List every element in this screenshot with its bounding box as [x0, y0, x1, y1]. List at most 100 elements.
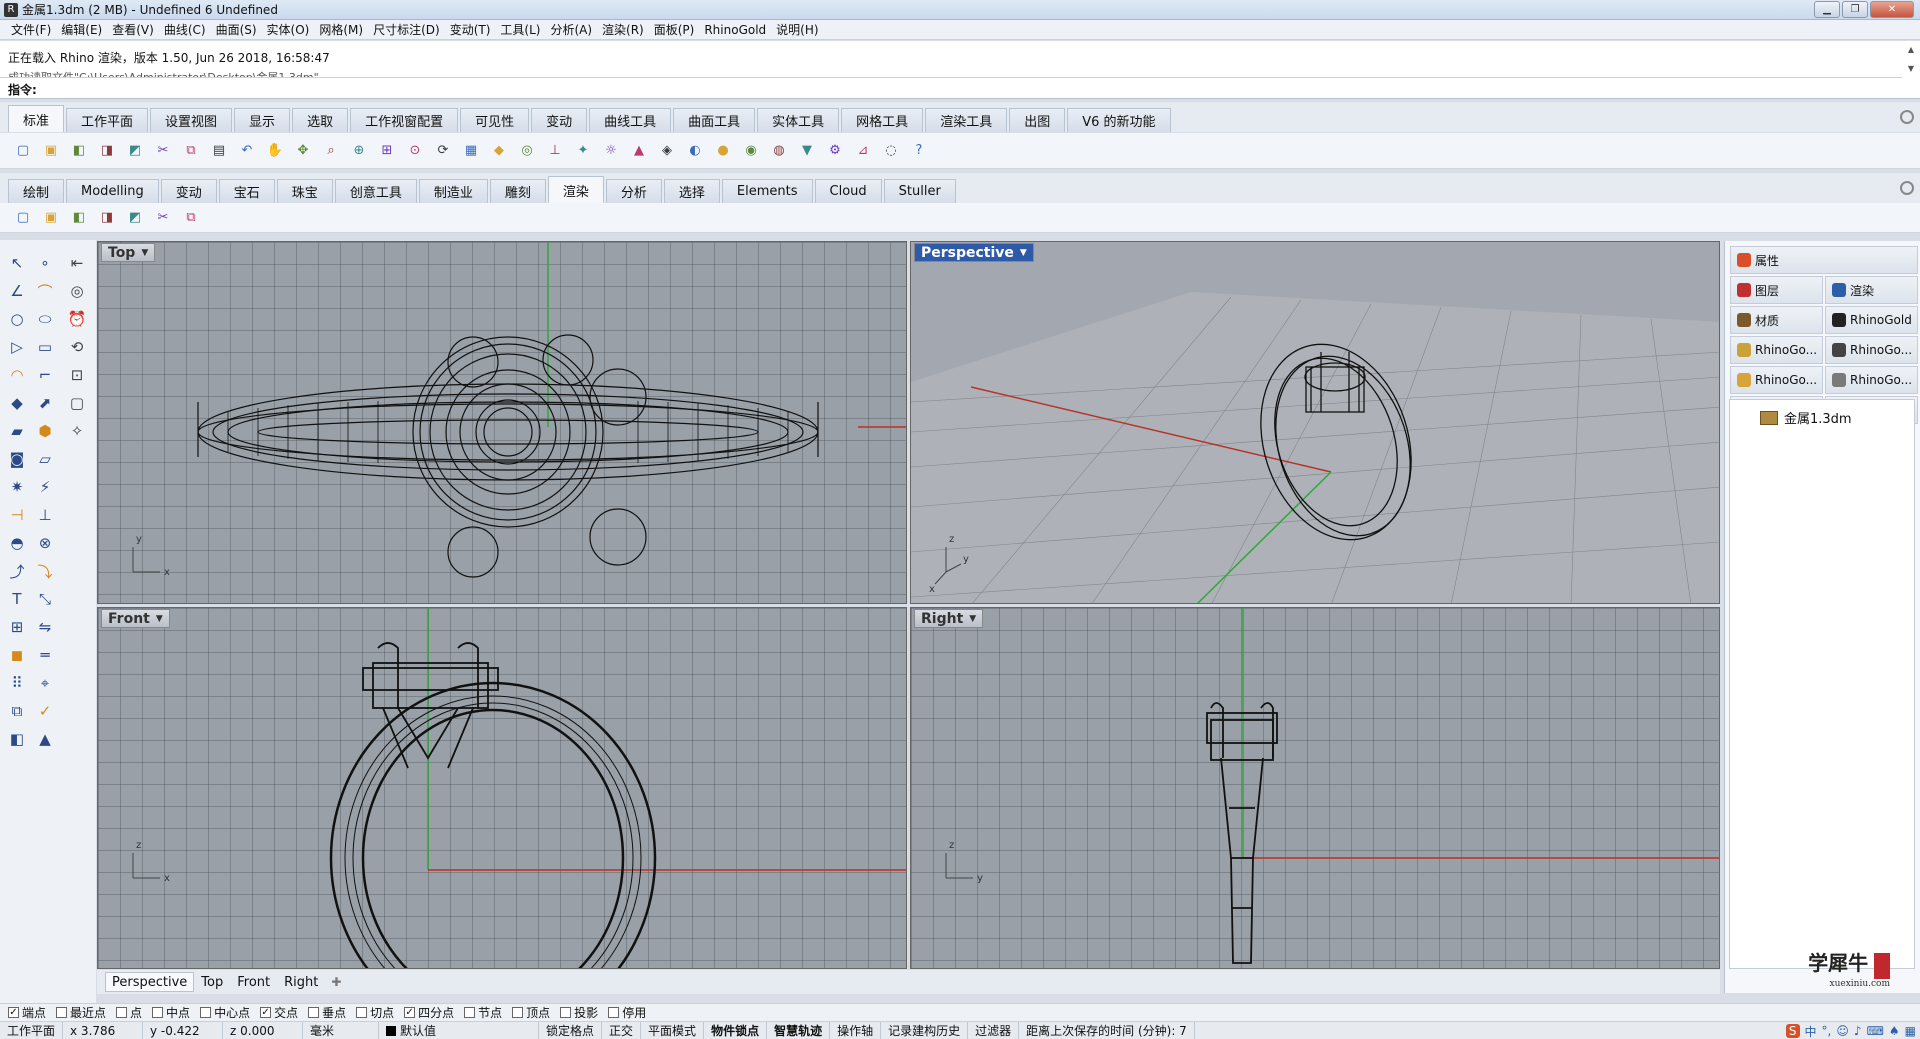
viewport-tab[interactable]: Top — [194, 972, 230, 992]
polyline-icon[interactable]: ∠ — [4, 278, 30, 304]
viewport-label-top[interactable]: Top ▼ — [101, 243, 156, 262]
osnap-11[interactable]: 投影 — [560, 1004, 598, 1021]
menu-item[interactable]: 实体(O) — [262, 21, 315, 38]
cylinder-icon[interactable]: ◙ — [4, 446, 30, 472]
ime-icon[interactable]: S — [1785, 1024, 1800, 1038]
osnap-checkbox[interactable] — [608, 1007, 620, 1018]
shade-icon[interactable]: ● — [710, 139, 736, 163]
osnap-10[interactable]: 顶点 — [512, 1004, 550, 1021]
new-icon[interactable]: ▢ — [10, 139, 36, 163]
arc-icon[interactable]: ◠ — [4, 362, 30, 388]
ime-lang[interactable]: 中 — [1805, 1023, 1817, 1039]
panel-tab[interactable]: 渲染 — [1825, 276, 1918, 304]
menu-item[interactable]: 编辑(E) — [56, 21, 107, 38]
polygon-icon[interactable]: ▷ — [4, 334, 30, 360]
osnap-checkbox[interactable] — [116, 1007, 128, 1018]
split-icon[interactable]: ⊥ — [32, 502, 58, 528]
tab-item[interactable]: 雕刻 — [489, 179, 546, 203]
move-view-icon[interactable]: ✥ — [290, 139, 316, 163]
status-filter[interactable]: 过滤器 — [968, 1021, 1020, 1039]
viewport-tab[interactable]: Right — [277, 972, 325, 992]
panel-tab[interactable]: RhinoGo... — [1730, 336, 1823, 364]
select-icon[interactable]: ▼ — [794, 139, 820, 163]
dimension-icon[interactable]: ⊿ — [850, 139, 876, 163]
array-icon[interactable]: ⊗ — [32, 530, 58, 556]
status-smarttrack[interactable]: 智慧轨迹 — [767, 1021, 831, 1039]
maximize-button[interactable]: ❐ — [1842, 1, 1868, 18]
osnap-checkbox[interactable] — [512, 1007, 524, 1018]
panel-tab[interactable]: 材质 — [1730, 306, 1823, 334]
menu-item[interactable]: 分析(A) — [545, 21, 597, 38]
copy-icon[interactable]: ⧉ — [178, 139, 204, 163]
viewport-tab[interactable]: Perspective — [105, 972, 195, 992]
panel-tab[interactable]: RhinoGold — [1825, 306, 1918, 334]
osnap-checkbox[interactable] — [356, 1007, 368, 1018]
panel-tab[interactable]: RhinoGo... — [1825, 366, 1918, 394]
panel-tab[interactable]: 属性 — [1730, 246, 1918, 274]
tab-item[interactable]: 渲染工具 — [925, 108, 1008, 132]
osnap-checkbox[interactable] — [200, 1007, 212, 1018]
viewport-menu-icon[interactable]: ▼ — [969, 614, 976, 624]
minimize-button[interactable]: ▁ — [1814, 1, 1840, 18]
status-gumball[interactable]: 操作轴 — [830, 1021, 882, 1039]
shell-icon[interactable]: ◓ — [4, 530, 30, 556]
osnap-9[interactable]: 节点 — [464, 1004, 502, 1021]
gear-icon[interactable] — [1900, 110, 1914, 124]
mic-icon[interactable]: ♪ — [1854, 1024, 1862, 1038]
osnap-checkbox[interactable] — [56, 1007, 68, 1018]
box-icon[interactable]: ▰ — [4, 418, 30, 444]
viewport-label-perspective[interactable]: Perspective ▼ — [914, 243, 1034, 262]
fillet-icon[interactable]: ⌐ — [32, 362, 58, 388]
osnap-12[interactable]: 停用 — [608, 1004, 646, 1021]
render-preview-icon[interactable]: ▣ — [38, 206, 64, 230]
tab-item[interactable]: 工作平面 — [66, 108, 149, 132]
punctuation-icon[interactable]: °, — [1822, 1024, 1832, 1038]
render-keys-icon[interactable]: ✂ — [150, 206, 176, 230]
grid-array-icon[interactable]: ⠿ — [4, 670, 30, 696]
viewport-label-front[interactable]: Front ▼ — [101, 609, 170, 628]
render-window-icon[interactable]: ◩ — [122, 206, 148, 230]
tab-item[interactable]: 选择 — [663, 179, 720, 203]
environment-icon[interactable]: ◨ — [94, 206, 120, 230]
shirt-icon[interactable]: ♠ — [1889, 1024, 1900, 1038]
menu-item[interactable]: 文件(F) — [6, 21, 56, 38]
frame-icon[interactable]: ▢ — [64, 390, 90, 416]
tab-item[interactable]: Stuller — [883, 179, 956, 203]
solid-box-icon[interactable]: ◼ — [4, 642, 30, 668]
status-cplane[interactable]: 工作平面 — [0, 1021, 64, 1039]
menu-item[interactable]: 曲线(C) — [159, 21, 211, 38]
menu-item[interactable]: 尺寸标注(D) — [368, 21, 445, 38]
viewport-tab[interactable]: Front — [230, 972, 277, 992]
extrude-icon[interactable]: ⬈ — [32, 390, 58, 416]
text-icon[interactable]: T — [4, 586, 30, 612]
import-icon[interactable]: ◩ — [122, 139, 148, 163]
viewport-menu-icon[interactable]: ▼ — [156, 614, 163, 624]
tab-item[interactable]: 变动 — [531, 108, 588, 132]
menu-item[interactable]: 变动(T) — [445, 21, 496, 38]
status-units[interactable]: 毫米 — [303, 1021, 380, 1039]
star-icon[interactable]: ✧ — [64, 418, 90, 444]
tab-item[interactable]: 出图 — [1009, 108, 1066, 132]
viewport-front[interactable]: z x Front ▼ — [97, 607, 907, 969]
lock-icon[interactable]: ▲ — [626, 139, 652, 163]
panel-tab[interactable]: 图层 — [1730, 276, 1823, 304]
emoji-icon[interactable]: ☺ — [1836, 1024, 1849, 1038]
osnap-icon[interactable]: ✦ — [570, 139, 596, 163]
scale-icon[interactable]: ⤡ — [32, 586, 58, 612]
trim-icon[interactable]: ⊣ — [4, 502, 30, 528]
tab-item[interactable]: 标准 — [8, 105, 65, 132]
render-icon[interactable]: ▢ — [10, 206, 36, 230]
gear-icon[interactable] — [1900, 181, 1914, 195]
zoom-icon[interactable]: ⌕ — [318, 139, 344, 163]
surface-icon[interactable]: ◆ — [4, 390, 30, 416]
globe-icon[interactable]: ◌ — [878, 139, 904, 163]
cplane-icon[interactable]: ⊥ — [542, 139, 568, 163]
tab-item[interactable]: Cloud — [814, 179, 882, 203]
osnap-4[interactable]: 中心点 — [200, 1004, 250, 1021]
tab-item[interactable]: 可见性 — [460, 108, 530, 132]
add-viewport-icon[interactable]: ✚ — [331, 975, 341, 989]
tab-item[interactable]: 制造业 — [418, 179, 488, 203]
material-icon[interactable]: ◧ — [4, 726, 30, 752]
boolean-icon[interactable]: ⬢ — [32, 418, 58, 444]
grid-icon[interactable]: ▦ — [1905, 1024, 1916, 1038]
